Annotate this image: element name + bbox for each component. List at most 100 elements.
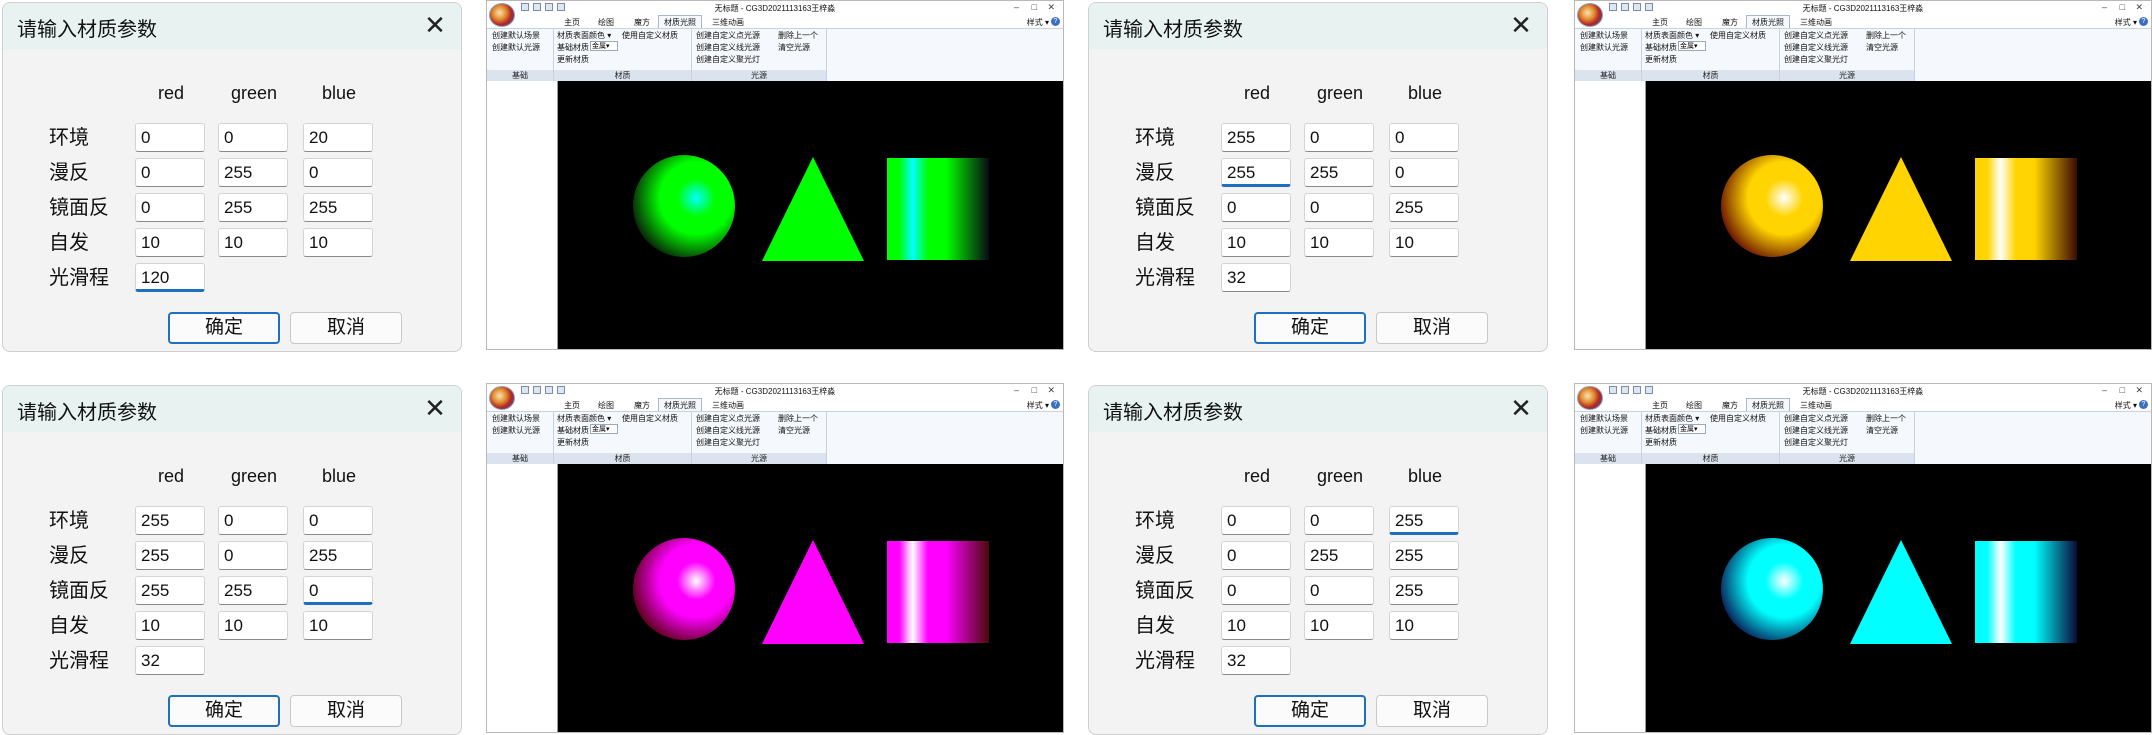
create-point-light-button[interactable]: 创建自定义点光源	[696, 30, 760, 41]
material-color-button[interactable]: 材质表面颜色 ▾	[557, 413, 611, 424]
update-material-button[interactable]: 更新材质	[557, 54, 589, 65]
quick-access-icon[interactable]	[1633, 3, 1641, 11]
delete-last-button[interactable]: 删除上一个	[1866, 30, 1906, 41]
quick-access-icon[interactable]	[557, 3, 565, 11]
quick-access-icon[interactable]	[545, 386, 553, 394]
quick-access-icon[interactable]	[1645, 386, 1653, 394]
close-icon[interactable]: ✕	[2135, 2, 2143, 13]
update-material-button[interactable]: 更新材质	[1645, 54, 1677, 65]
value-input[interactable]: 10	[1221, 228, 1291, 257]
value-input[interactable]: 0	[1389, 158, 1459, 187]
value-input[interactable]: 120	[135, 263, 205, 292]
style-menu[interactable]: 样式 ▾	[1027, 17, 1049, 28]
quick-access-icon[interactable]	[1609, 3, 1617, 11]
create-default-light-button[interactable]: 创建默认光源	[1580, 42, 1628, 53]
value-input[interactable]: 10	[218, 611, 288, 640]
value-input[interactable]: 10	[135, 611, 205, 640]
value-input[interactable]: 10	[1304, 228, 1374, 257]
create-line-light-button[interactable]: 创建自定义线光源	[696, 42, 760, 53]
style-menu[interactable]: 样式 ▾	[2115, 17, 2137, 28]
minimize-icon[interactable]: –	[1014, 2, 1019, 12]
value-input[interactable]: 255	[135, 541, 205, 570]
value-input[interactable]: 0	[218, 541, 288, 570]
create-default-light-button[interactable]: 创建默认光源	[1580, 425, 1628, 436]
app-logo-icon[interactable]	[489, 386, 515, 410]
delete-last-button[interactable]: 删除上一个	[778, 30, 818, 41]
render-canvas[interactable]	[1646, 81, 2151, 349]
update-material-button[interactable]: 更新材质	[557, 437, 589, 448]
clear-lights-button[interactable]: 清空光源	[1866, 42, 1898, 53]
value-input[interactable]: 0	[1304, 506, 1374, 535]
ok-button[interactable]: 确定	[1254, 695, 1366, 727]
update-material-button[interactable]: 更新材质	[1645, 437, 1677, 448]
close-icon[interactable]: ✕	[423, 12, 447, 38]
value-input[interactable]: 0	[1304, 576, 1374, 605]
value-input[interactable]: 255	[218, 576, 288, 605]
value-input[interactable]: 0	[218, 506, 288, 535]
render-canvas[interactable]	[558, 464, 1063, 732]
value-input[interactable]: 255	[1221, 123, 1291, 152]
quick-access-icon[interactable]	[1621, 3, 1629, 11]
value-input[interactable]: 20	[303, 123, 373, 152]
close-icon[interactable]: ✕	[2135, 385, 2143, 396]
custom-material-button[interactable]: 使用自定义材质	[622, 413, 678, 424]
create-spotlight-button[interactable]: 创建自定义聚光灯	[1784, 437, 1848, 448]
value-input[interactable]: 0	[303, 576, 373, 605]
quick-access-icon[interactable]	[521, 386, 529, 394]
close-icon[interactable]: ✕	[1509, 12, 1533, 38]
help-icon[interactable]: ?	[1051, 17, 1060, 26]
value-input[interactable]: 255	[218, 158, 288, 187]
value-input[interactable]: 32	[135, 646, 205, 675]
close-icon[interactable]: ✕	[1047, 385, 1055, 396]
delete-last-button[interactable]: 删除上一个	[778, 413, 818, 424]
app-logo-icon[interactable]	[489, 3, 515, 27]
value-input[interactable]: 255	[1389, 576, 1459, 605]
close-icon[interactable]: ✕	[423, 395, 447, 421]
material-color-button[interactable]: 材质表面颜色 ▾	[1645, 413, 1699, 424]
value-input[interactable]: 255	[218, 193, 288, 222]
value-input[interactable]: 255	[303, 193, 373, 222]
custom-material-button[interactable]: 使用自定义材质	[622, 30, 678, 41]
quick-access-icon[interactable]	[1633, 386, 1641, 394]
value-input[interactable]: 10	[303, 611, 373, 640]
value-input[interactable]: 0	[1304, 123, 1374, 152]
quick-access-icon[interactable]	[1609, 386, 1617, 394]
maximize-icon[interactable]: □	[1032, 2, 1037, 12]
value-input[interactable]: 0	[1221, 193, 1291, 222]
app-logo-icon[interactable]	[1577, 386, 1603, 410]
value-input[interactable]: 0	[1221, 541, 1291, 570]
help-icon[interactable]: ?	[2139, 17, 2148, 26]
app-logo-icon[interactable]	[1577, 3, 1603, 27]
create-default-light-button[interactable]: 创建默认光源	[492, 42, 540, 53]
quick-access-icon[interactable]	[533, 386, 541, 394]
help-icon[interactable]: ?	[2139, 400, 2148, 409]
maximize-icon[interactable]: □	[2120, 2, 2125, 12]
value-input[interactable]: 255	[1304, 158, 1374, 187]
value-input[interactable]: 255	[135, 506, 205, 535]
minimize-icon[interactable]: –	[1014, 385, 1019, 395]
material-select[interactable]: 金属▾	[590, 424, 618, 434]
value-input[interactable]: 0	[135, 123, 205, 152]
close-icon[interactable]: ✕	[1047, 2, 1055, 13]
value-input[interactable]: 255	[135, 576, 205, 605]
value-input[interactable]: 32	[1221, 646, 1291, 675]
tab[interactable]: 材质光照	[1746, 15, 1790, 29]
cancel-button[interactable]: 取消	[290, 312, 402, 344]
maximize-icon[interactable]: □	[1032, 385, 1037, 395]
render-canvas[interactable]	[1646, 464, 2151, 732]
minimize-icon[interactable]: –	[2102, 2, 2107, 12]
value-input[interactable]: 32	[1221, 263, 1291, 292]
quick-access-icon[interactable]	[533, 3, 541, 11]
close-icon[interactable]: ✕	[1509, 395, 1533, 421]
ok-button[interactable]: 确定	[168, 695, 280, 727]
quick-access-icon[interactable]	[545, 3, 553, 11]
tab[interactable]: 材质光照	[1746, 398, 1790, 412]
value-input[interactable]: 0	[1221, 506, 1291, 535]
value-input[interactable]: 10	[1389, 228, 1459, 257]
cancel-button[interactable]: 取消	[1376, 312, 1488, 344]
tab[interactable]: 材质光照	[658, 398, 702, 412]
create-line-light-button[interactable]: 创建自定义线光源	[1784, 425, 1848, 436]
create-line-light-button[interactable]: 创建自定义线光源	[1784, 42, 1848, 53]
material-select[interactable]: 金属▾	[1678, 424, 1706, 434]
clear-lights-button[interactable]: 清空光源	[1866, 425, 1898, 436]
